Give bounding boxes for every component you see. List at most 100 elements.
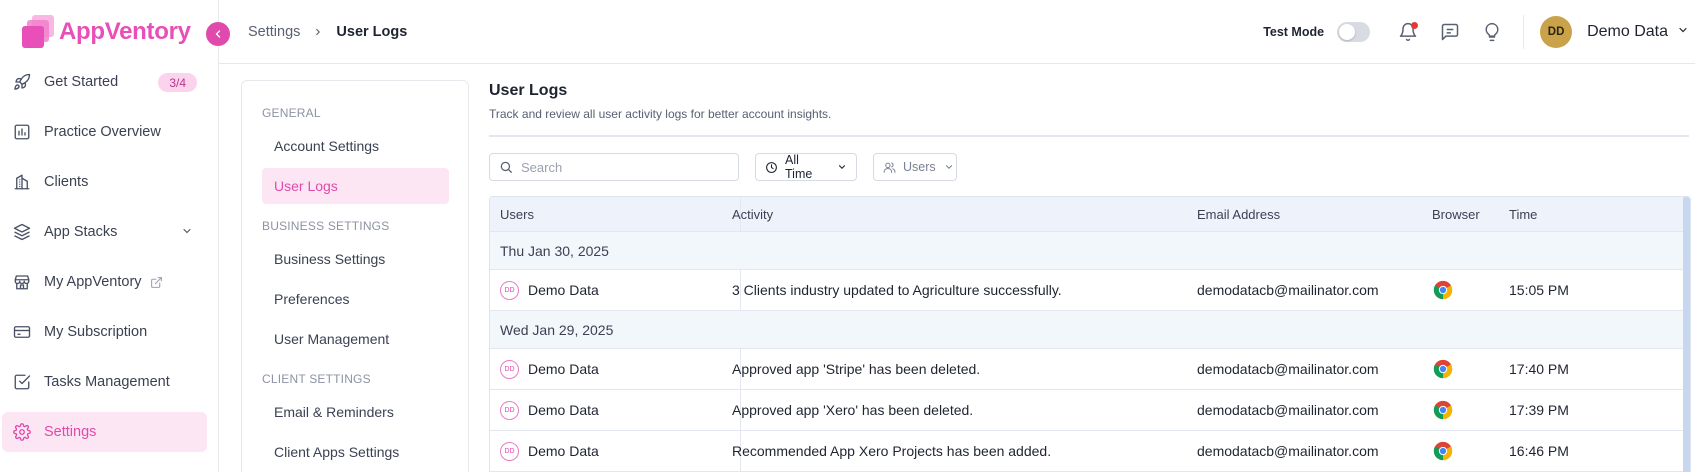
user-avatar: DD <box>500 400 519 420</box>
sidebar-item-label: Practice Overview <box>44 124 161 140</box>
chrome-icon <box>1433 390 1453 430</box>
users-filter-label: Users <box>903 160 936 174</box>
user-cell: DD Demo Data <box>500 390 599 430</box>
sidebar-item-practice-overview[interactable]: Practice Overview <box>2 112 207 152</box>
test-mode-toggle[interactable] <box>1337 22 1371 42</box>
brand-logo[interactable]: AppVentory <box>22 12 191 52</box>
activity-cell: Approved app 'Stripe' has been deleted. <box>732 361 981 377</box>
chrome-icon <box>1433 270 1453 310</box>
sidebar-item-label: Clients <box>44 174 89 190</box>
sidebar-item-settings[interactable]: Settings <box>2 412 207 452</box>
column-header-activity: Activity <box>732 207 774 222</box>
time-cell: 17:39 PM <box>1509 402 1569 418</box>
sidebar-nav: Get Started 3/4 Practice Overview Client… <box>0 62 219 462</box>
sidebar-item-label: Get Started <box>44 74 119 90</box>
settings-nav-user-logs[interactable]: User Logs <box>262 168 449 204</box>
table-row[interactable]: DD Demo Data Approved app 'Stripe' has b… <box>490 349 1685 390</box>
settings-nav: GENERAL Account Settings User Logs BUSIN… <box>241 80 469 472</box>
user-cell: DD Demo Data <box>500 349 599 389</box>
external-link-icon <box>150 276 163 289</box>
breadcrumb: Settings User Logs <box>248 24 407 40</box>
chrome-icon <box>1433 431 1453 471</box>
sidebar-item-my-subscription[interactable]: My Subscription <box>2 312 207 352</box>
activity-cell: 3 Clients industry updated to Agricultur… <box>732 282 1062 298</box>
activity-cell: Approved app 'Xero' has been deleted. <box>732 402 974 418</box>
search-input[interactable] <box>521 159 731 175</box>
chevron-down-icon[interactable] <box>1677 23 1689 41</box>
layers-icon <box>13 223 31 241</box>
chevron-down-icon <box>837 162 847 172</box>
user-name: Demo Data <box>528 443 599 459</box>
checkbox-icon <box>13 373 31 391</box>
column-header-email: Email Address <box>1197 207 1281 222</box>
sidebar-item-label: My Subscription <box>44 324 148 340</box>
settings-nav-business-settings[interactable]: Business Settings <box>262 241 449 277</box>
bar-chart-icon <box>13 123 31 141</box>
email-cell: demodatacb@mailinator.com <box>1197 402 1379 418</box>
building-icon <box>13 173 31 191</box>
app-root: AppVentory Get Started 3/4 Practice Over… <box>0 0 1695 472</box>
user-logs-table: Users Activity Email Address Browser Tim… <box>489 196 1691 472</box>
logo-mark-icon <box>22 15 56 49</box>
sidebar-item-my-appventory[interactable]: My AppVentory <box>2 262 207 302</box>
chat-icon[interactable] <box>1439 21 1461 43</box>
collapse-sidebar-button[interactable] <box>206 22 230 46</box>
settings-group-business: BUSINESS SETTINGS <box>262 219 390 233</box>
sidebar-item-tasks-management[interactable]: Tasks Management <box>2 362 207 402</box>
chevron-down-icon[interactable] <box>181 225 193 241</box>
chevron-left-icon <box>215 30 221 38</box>
email-cell: demodatacb@mailinator.com <box>1197 443 1379 459</box>
settings-nav-email-reminders[interactable]: Email & Reminders <box>262 394 449 430</box>
rocket-icon <box>13 73 31 91</box>
avatar[interactable]: DD <box>1540 16 1573 48</box>
date-group-label: Thu Jan 30, 2025 <box>500 242 609 259</box>
lightbulb-icon[interactable] <box>1481 21 1503 43</box>
table-row[interactable]: DD Demo Data 3 Clients industry updated … <box>490 270 1685 311</box>
settings-group-client: CLIENT SETTINGS <box>262 372 371 386</box>
chrome-icon <box>1433 349 1453 389</box>
search-box <box>489 153 739 181</box>
sidebar-item-app-stacks[interactable]: App Stacks <box>2 212 207 252</box>
sidebar-item-label: Tasks Management <box>44 374 170 390</box>
user-avatar: DD <box>500 359 519 379</box>
settings-nav-account-settings[interactable]: Account Settings <box>262 128 449 164</box>
time-filter-label: All Time <box>785 153 813 181</box>
user-cell: DD Demo Data <box>500 431 599 471</box>
users-filter-dropdown[interactable]: Users <box>873 153 957 181</box>
sidebar-item-label: My AppVentory <box>44 274 142 290</box>
top-header: Settings User Logs Test Mode DD Demo Dat… <box>219 0 1695 64</box>
activity-cell: Recommended App Xero Projects has been a… <box>732 443 1052 459</box>
gear-icon <box>13 423 31 441</box>
date-group-row: Wed Jan 29, 2025 <box>490 311 1685 349</box>
search-icon <box>499 160 513 174</box>
breadcrumb-settings[interactable]: Settings <box>248 24 300 40</box>
time-cell: 16:46 PM <box>1509 443 1569 459</box>
store-icon <box>13 273 31 291</box>
user-avatar: DD <box>500 280 519 300</box>
table-row[interactable]: DD Demo Data Approved app 'Xero' has bee… <box>490 390 1685 431</box>
sidebar-item-get-started[interactable]: Get Started 3/4 <box>2 62 207 102</box>
time-cell: 15:05 PM <box>1509 282 1569 298</box>
sidebar-item-clients[interactable]: Clients <box>2 162 207 202</box>
sidebar: AppVentory Get Started 3/4 Practice Over… <box>0 0 219 472</box>
user-name[interactable]: Demo Data <box>1587 23 1668 41</box>
time-filter-dropdown[interactable]: All Time <box>755 153 857 181</box>
table-row[interactable]: DD Demo Data Recommended App Xero Projec… <box>490 431 1685 472</box>
settings-nav-user-management[interactable]: User Management <box>262 321 449 357</box>
email-cell: demodatacb@mailinator.com <box>1197 282 1379 298</box>
settings-group-general: GENERAL <box>262 106 321 120</box>
test-mode-label: Test Mode <box>1263 25 1325 39</box>
email-cell: demodatacb@mailinator.com <box>1197 361 1379 377</box>
progress-badge: 3/4 <box>158 73 197 92</box>
header-divider <box>1523 15 1525 49</box>
settings-nav-client-apps-settings[interactable]: Client Apps Settings <box>262 434 449 470</box>
table-scrollbar[interactable] <box>1683 197 1690 472</box>
table-header: Users Activity Email Address Browser Tim… <box>490 197 1685 232</box>
column-header-users: Users <box>500 207 534 222</box>
user-name: Demo Data <box>528 402 599 418</box>
sidebar-item-label: App Stacks <box>44 224 118 240</box>
date-group-label: Wed Jan 29, 2025 <box>500 321 614 338</box>
time-cell: 17:40 PM <box>1509 361 1569 377</box>
bell-icon[interactable] <box>1397 21 1419 43</box>
settings-nav-preferences[interactable]: Preferences <box>262 281 449 317</box>
